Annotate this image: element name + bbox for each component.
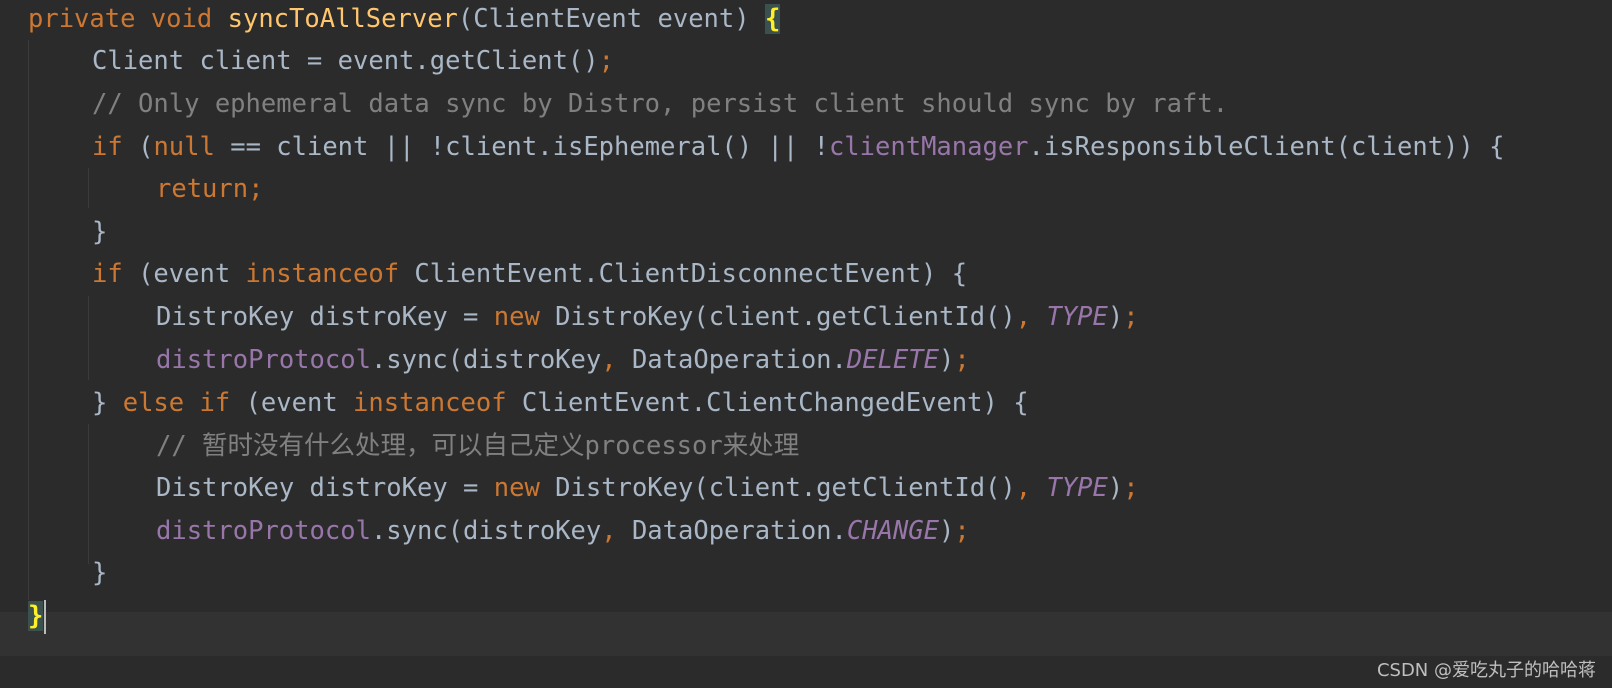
code-line-4[interactable]: if (null == client || !client.isEphemera… <box>28 128 1504 172</box>
constant-ref: TYPE <box>1046 473 1108 503</box>
keyword: new <box>493 302 540 332</box>
code-line-10[interactable]: } else if (event instanceof ClientEvent.… <box>28 384 1029 428</box>
keyword: if <box>92 259 123 289</box>
constant-ref: DELETE <box>846 345 940 375</box>
method-name: syncToAllServer <box>227 4 458 34</box>
code-comment: // 暂时没有什么处理，可以自己定义processor来处理 <box>156 431 800 461</box>
code-line-12[interactable]: DistroKey distroKey = new DistroKey(clie… <box>28 469 1139 513</box>
matched-brace-open: { <box>764 4 781 34</box>
comma: , <box>601 516 617 546</box>
code-line-6[interactable]: } <box>28 213 107 257</box>
keyword: new <box>493 473 540 503</box>
code-line-5[interactable]: return; <box>28 170 263 214</box>
keyword: instanceof <box>353 388 507 418</box>
constant-ref: CHANGE <box>846 516 940 546</box>
code-editor[interactable]: private void syncToAllServer(ClientEvent… <box>0 0 1612 688</box>
code-text: DistroKey distroKey = <box>156 473 494 503</box>
code-text: DataOperation. <box>616 345 847 375</box>
keyword: instanceof <box>245 259 400 289</box>
keyword: else <box>122 388 185 418</box>
field-ref: clientManager <box>828 132 1029 162</box>
code-text: DistroKey(client.getClientId() <box>539 473 1016 503</box>
keyword: private <box>28 4 136 34</box>
code-text: ClientEvent.ClientChangedEvent) { <box>506 388 1029 418</box>
keyword: return; <box>156 174 264 204</box>
code-text: ( <box>122 132 154 162</box>
code-line-11[interactable]: // 暂时没有什么处理，可以自己定义processor来处理 <box>28 427 799 471</box>
semicolon: ; <box>598 46 614 76</box>
code-line-2[interactable]: Client client = event.getClient(); <box>28 42 614 86</box>
code-text: .sync(distroKey <box>370 516 602 546</box>
code-text: ) <box>1107 302 1124 332</box>
code-text: DataOperation. <box>616 516 847 546</box>
code-comment: // Only ephemeral data sync by Distro, p… <box>92 89 1229 119</box>
code-line-3[interactable]: // Only ephemeral data sync by Distro, p… <box>28 85 1228 129</box>
keyword: void <box>150 4 213 34</box>
code-text: ) <box>939 345 955 375</box>
code-line-8[interactable]: DistroKey distroKey = new DistroKey(clie… <box>28 298 1139 342</box>
code-text: ClientEvent.ClientDisconnectEvent) { <box>399 259 968 289</box>
constant-ref: TYPE <box>1046 302 1108 332</box>
field-ref: distroProtocol <box>156 345 371 375</box>
semicolon: ; <box>954 516 970 546</box>
code-line-1[interactable]: private void syncToAllServer(ClientEvent… <box>28 0 781 44</box>
keyword: if <box>199 388 231 418</box>
semicolon: ; <box>954 345 970 375</box>
code-text: } <box>92 558 108 588</box>
code-line-9[interactable]: distroProtocol.sync(distroKey, DataOpera… <box>28 341 970 385</box>
field-ref: distroProtocol <box>156 516 371 546</box>
code-text: .isResponsibleClient(client)) { <box>1028 132 1505 162</box>
code-text: (event <box>122 259 246 289</box>
current-line-highlight <box>0 612 1612 656</box>
code-line-15[interactable]: } <box>28 597 47 641</box>
code-text: ) <box>1107 473 1124 503</box>
keyword: null <box>153 132 215 162</box>
matched-brace-close: } <box>28 601 44 631</box>
code-line-14[interactable]: } <box>28 554 107 598</box>
code-line-7[interactable]: if (event instanceof ClientEvent.ClientD… <box>28 255 967 299</box>
code-line-13[interactable]: distroProtocol.sync(distroKey, DataOpera… <box>28 512 970 556</box>
semicolon: ; <box>1123 302 1139 332</box>
code-text: DistroKey(client.getClientId() <box>539 302 1016 332</box>
code-text: DistroKey distroKey = <box>156 302 494 332</box>
code-text: == client || !client.isEphemeral() || ! <box>214 132 829 162</box>
method-params: (ClientEvent event) <box>457 4 765 34</box>
watermark: CSDN @爱吃丸子的哈哈蒋 <box>1376 660 1596 681</box>
keyword: if <box>92 132 123 162</box>
comma: , <box>1015 473 1032 503</box>
code-text: .sync(distroKey <box>370 345 602 375</box>
code-text: ) <box>939 516 955 546</box>
code-text: (event <box>230 388 354 418</box>
comma: , <box>601 345 617 375</box>
code-text: } <box>92 388 123 418</box>
comma: , <box>1015 302 1032 332</box>
code-text: Client client = event.getClient() <box>92 46 599 76</box>
text-caret <box>44 600 47 634</box>
code-text: } <box>92 217 108 247</box>
semicolon: ; <box>1123 473 1139 503</box>
